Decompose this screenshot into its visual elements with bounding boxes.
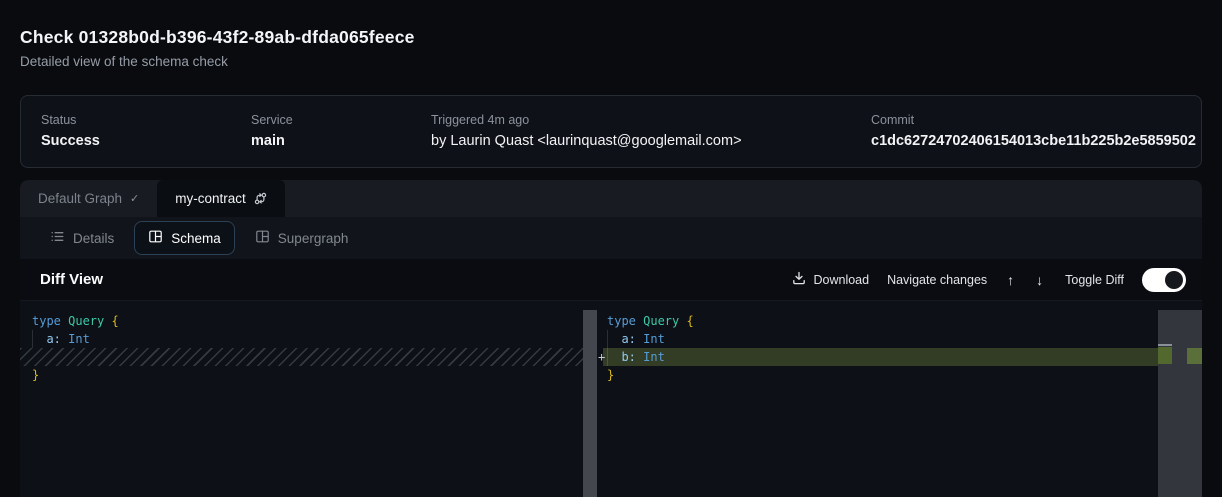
arrow-up-icon: ↑: [1007, 272, 1014, 288]
columns-icon: [255, 229, 270, 247]
schema-check-page: Check 01328b0d-b396-43f2-89ab-dfda065fee…: [0, 0, 1222, 497]
view-subtab-row: Details Schema Supergrap: [20, 217, 1202, 259]
commit-field: Commit c1dc62724702406154013cbe11b225b2e…: [871, 113, 1196, 150]
code-token: Int: [68, 332, 90, 346]
navigate-changes-label: Navigate changes: [887, 273, 987, 287]
status-field: Status Success: [41, 113, 251, 150]
check-detail-card: Default Graph ✓ my-contract: [20, 180, 1202, 497]
code-token: }: [607, 368, 614, 382]
toggle-diff-switch[interactable]: [1142, 268, 1186, 292]
code-line: [32, 348, 583, 366]
service-value: main: [251, 133, 431, 150]
minimap-added-marker: [1158, 347, 1172, 364]
code-token: }: [32, 368, 39, 382]
previous-change-button[interactable]: ↑: [1005, 273, 1016, 287]
download-label: Download: [813, 273, 869, 287]
schema-diff-editor: + type Query { a: Int} type Query { a: I…: [20, 301, 1202, 497]
triggered-field: Triggered 4m ago by Laurin Quast <laurin…: [431, 113, 871, 150]
code-line: }: [607, 366, 1158, 384]
code-token: Query: [643, 314, 686, 328]
diff-pane-original: type Query { a: Int}: [32, 312, 583, 384]
page-subtitle: Detailed view of the schema check: [20, 54, 1202, 69]
left-pane-scrollbar[interactable]: [583, 310, 597, 497]
code-token: a:: [621, 332, 635, 346]
status-card: Status Success Service main Triggered 4m…: [20, 95, 1202, 168]
code-token: Query: [68, 314, 111, 328]
code-token: Int: [643, 332, 665, 346]
page-title: Check 01328b0d-b396-43f2-89ab-dfda065fee…: [20, 0, 1202, 47]
minimap-scrollbar[interactable]: [1158, 310, 1202, 497]
list-icon: [50, 229, 65, 247]
indent-guide: [607, 330, 608, 366]
code-token: b:: [621, 350, 635, 364]
code-line: type Query {: [607, 312, 1158, 330]
code-token: {: [111, 314, 118, 328]
code-line: a: Int: [32, 330, 583, 348]
download-button[interactable]: Download: [792, 271, 869, 288]
tab-my-contract[interactable]: my-contract: [157, 180, 285, 217]
code-token: {: [686, 314, 693, 328]
tab-my-contract-label: my-contract: [175, 191, 246, 206]
check-icon: ✓: [130, 192, 139, 205]
commit-label: Commit: [871, 113, 1196, 128]
tab-schema-label: Schema: [171, 231, 221, 246]
diff-pane-modified: type Query { a: Int b: Int}: [607, 312, 1158, 384]
diff-view-title: Diff View: [40, 271, 103, 288]
triggered-label: Triggered 4m ago: [431, 113, 871, 128]
triggered-value: by Laurin Quast <laurinquast@googlemail.…: [431, 133, 871, 150]
code-token: [607, 350, 621, 364]
code-line: a: Int: [607, 330, 1158, 348]
code-line: type Query {: [32, 312, 583, 330]
service-field: Service main: [251, 113, 431, 150]
tab-supergraph-label: Supergraph: [278, 231, 349, 246]
tab-default-graph[interactable]: Default Graph ✓: [20, 180, 157, 217]
overview-ruler-added-marker: [1187, 348, 1202, 364]
diff-toolbar-controls: Download Navigate changes ↑ ↓ Toggle Dif…: [792, 268, 1186, 292]
indent-guide: [32, 330, 33, 348]
contract-compare-icon: [254, 192, 267, 205]
code-token: type: [32, 314, 68, 328]
tab-details-label: Details: [73, 231, 114, 246]
code-line: b: Int: [607, 348, 1158, 366]
columns-icon: [148, 229, 163, 247]
arrow-down-icon: ↓: [1036, 272, 1043, 288]
code-token: [32, 332, 46, 346]
tab-default-graph-label: Default Graph: [38, 191, 122, 206]
status-value: Success: [41, 133, 251, 150]
code-token: type: [607, 314, 643, 328]
graph-tab-strip: Default Graph ✓ my-contract: [20, 180, 1202, 217]
code-line: }: [32, 366, 583, 384]
tab-details[interactable]: Details: [36, 221, 128, 255]
toggle-diff-label: Toggle Diff: [1065, 273, 1124, 287]
minimap-line-tick: [1158, 344, 1172, 346]
download-icon: [792, 271, 806, 288]
commit-value: c1dc62724702406154013cbe11b225b2e5859502: [871, 133, 1196, 150]
service-label: Service: [251, 113, 431, 128]
diff-toolbar: Diff View Download Navigate changes ↑: [20, 259, 1202, 301]
status-label: Status: [41, 113, 251, 128]
tab-supergraph[interactable]: Supergraph: [241, 221, 363, 255]
tab-schema[interactable]: Schema: [134, 221, 235, 255]
toggle-knob: [1165, 271, 1183, 289]
next-change-button[interactable]: ↓: [1034, 273, 1045, 287]
code-token: Int: [643, 350, 665, 364]
code-token: [607, 332, 621, 346]
code-token: a:: [46, 332, 60, 346]
